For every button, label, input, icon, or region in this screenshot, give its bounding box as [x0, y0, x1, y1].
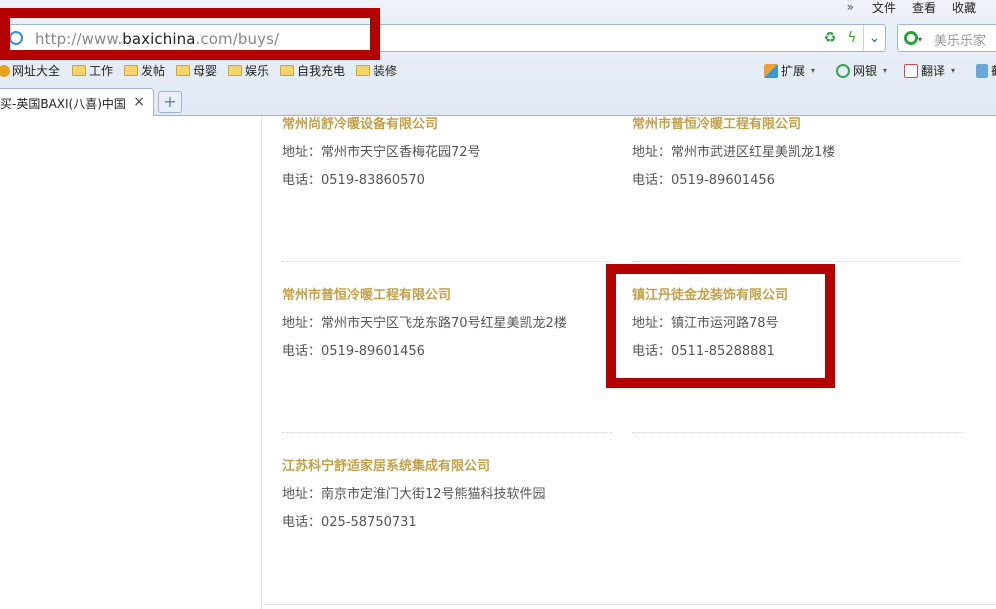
url-rest: .com/buys/	[195, 30, 280, 48]
translate-button[interactable]: 翻译 ▾	[904, 62, 955, 79]
url-host: baxichina	[122, 30, 196, 48]
extensions-label: 扩展	[781, 64, 806, 78]
dealer-card: 常州尚舒冷暖设备有限公司 地址：常州市天宁区香梅花园72号 电话：0519-83…	[282, 115, 612, 191]
bookmark-label: 母婴	[193, 64, 218, 78]
menu-bar: » 文件 查看 收藏	[831, 0, 996, 16]
folder-icon	[228, 65, 242, 76]
tab-bar: 购买-英国BAXI(八喜)中国 × +	[0, 88, 996, 116]
search-input[interactable]: 美乐乐家	[934, 30, 986, 49]
company-phone: 电话：0511-85288881	[632, 344, 775, 359]
menu-view[interactable]: 查看	[912, 0, 936, 16]
row-divider	[632, 432, 962, 433]
search-engine-icon[interactable]	[904, 31, 918, 45]
new-tab-button[interactable]: +	[158, 91, 182, 113]
row-divider	[282, 261, 612, 262]
dealer-card: 常州市普恒冷暖工程有限公司 地址：常州市天宁区飞龙东路70号红星美凯龙2楼 电话…	[282, 286, 612, 362]
screenshot-button[interactable]: 截	[976, 62, 996, 79]
folder-icon	[124, 65, 138, 76]
folder-icon	[280, 65, 294, 76]
company-address: 地址：镇江市运河路78号	[632, 316, 779, 331]
company-address: 地址：南京市定淮门大街12号熊猫科技软件园	[282, 487, 546, 502]
bookmark-label: 工作	[89, 64, 114, 78]
bookmark-label: 装修	[373, 64, 398, 78]
bookmark-label: 发帖	[141, 64, 166, 78]
dealer-card: 江苏科宁舒适家居系统集成有限公司 地址：南京市定淮门大街12号熊猫科技软件园 电…	[282, 457, 612, 533]
company-name[interactable]: 镇江丹徒金龙装饰有限公司	[632, 286, 962, 306]
refresh-icon[interactable]: ♻	[819, 30, 841, 46]
extensions-icon	[764, 63, 778, 78]
bookmark-folder[interactable]: 工作	[72, 62, 113, 79]
company-phone: 电话：0519-89601456	[632, 173, 775, 188]
dropdown-arrow-icon: ▾	[951, 66, 956, 75]
company-address: 地址：常州市天宁区飞龙东路70号红星美凯龙2楼	[282, 316, 567, 331]
hot-icon	[0, 64, 10, 77]
company-phone: 电话：0519-89601456	[282, 344, 425, 359]
address-buttons: ♻ ϟ ⌄	[819, 25, 885, 51]
page-icon	[9, 31, 23, 45]
left-column-divider	[261, 116, 262, 609]
translate-label: 翻译	[921, 64, 946, 78]
company-address: 地址：常州市武进区红星美凯龙1楼	[632, 145, 836, 160]
translate-icon	[904, 63, 918, 78]
row-divider	[282, 432, 612, 433]
chevron-down-icon[interactable]: ⌄	[863, 25, 885, 51]
search-engine-dropdown-icon[interactable]: ▾	[918, 35, 922, 44]
screenshot-label: 截	[991, 62, 996, 79]
tab-active[interactable]: 购买-英国BAXI(八喜)中国 ×	[0, 88, 154, 116]
bookmark-hot[interactable]: 网址大全	[0, 62, 60, 79]
dropdown-arrow-icon: ▾	[811, 66, 816, 75]
page-content: 常州尚舒冷暖设备有限公司 地址：常州市天宁区香梅花园72号 电话：0519-83…	[0, 116, 996, 609]
speed-mode-icon[interactable]: ϟ	[841, 30, 863, 46]
bookmark-folder[interactable]: 娱乐	[228, 62, 269, 79]
screenshot-icon	[976, 63, 988, 78]
url-prefix: http://www.	[35, 30, 123, 48]
bookmark-folder[interactable]: 发帖	[124, 62, 165, 79]
browser-chrome: » 文件 查看 收藏 http://www.baxichina.com/buys…	[0, 0, 996, 116]
folder-icon	[176, 65, 190, 76]
bookmark-folder[interactable]: 母婴	[176, 62, 217, 79]
bookmarks-bar: 网址大全 工作 发帖 母婴 娱乐 自我充电 装修 扩展 ▾ 网银 ▾ 翻译 ▾ 截	[0, 62, 996, 80]
netbank-button[interactable]: 网银 ▾	[836, 62, 887, 79]
dealer-card: 常州市普恒冷暖工程有限公司 地址：常州市武进区红星美凯龙1楼 电话：0519-8…	[632, 115, 962, 191]
tab-title: 购买-英国BAXI(八喜)中国	[0, 97, 126, 111]
search-box[interactable]: ▾ 美乐乐家	[897, 24, 996, 52]
dropdown-arrow-icon: ▾	[883, 66, 888, 75]
bookmark-folder[interactable]: 自我充电	[280, 62, 345, 79]
netbank-label: 网银	[853, 64, 878, 78]
tab-close-icon[interactable]: ×	[133, 94, 145, 110]
company-name[interactable]: 江苏科宁舒适家居系统集成有限公司	[282, 457, 612, 477]
menu-file[interactable]: 文件	[872, 0, 896, 16]
bookmark-label: 网址大全	[12, 64, 61, 78]
company-name[interactable]: 常州市普恒冷暖工程有限公司	[282, 286, 612, 306]
url-text[interactable]: http://www.baxichina.com/buys/	[35, 30, 279, 48]
menu-favorites[interactable]: 收藏	[952, 0, 976, 16]
address-bar[interactable]: http://www.baxichina.com/buys/ ♻ ϟ ⌄	[2, 24, 886, 52]
company-phone: 电话：025-58750731	[282, 515, 417, 530]
extensions-button[interactable]: 扩展 ▾	[764, 62, 815, 79]
company-name[interactable]: 常州市普恒冷暖工程有限公司	[632, 115, 962, 135]
bookmark-label: 自我充电	[297, 64, 346, 78]
dealer-card: 镇江丹徒金龙装饰有限公司 地址：镇江市运河路78号 电话：0511-852888…	[632, 286, 962, 362]
company-address: 地址：常州市天宁区香梅花园72号	[282, 145, 481, 160]
row-divider	[632, 261, 962, 262]
bookmark-folder[interactable]: 装修	[356, 62, 397, 79]
bookmark-label: 娱乐	[245, 64, 270, 78]
company-name[interactable]: 常州尚舒冷暖设备有限公司	[282, 115, 612, 135]
menu-more[interactable]: »	[847, 0, 854, 14]
folder-icon	[72, 65, 86, 76]
folder-icon	[356, 65, 370, 76]
content-bottom-border	[261, 604, 996, 605]
netbank-icon	[836, 63, 850, 78]
company-phone: 电话：0519-83860570	[282, 173, 425, 188]
